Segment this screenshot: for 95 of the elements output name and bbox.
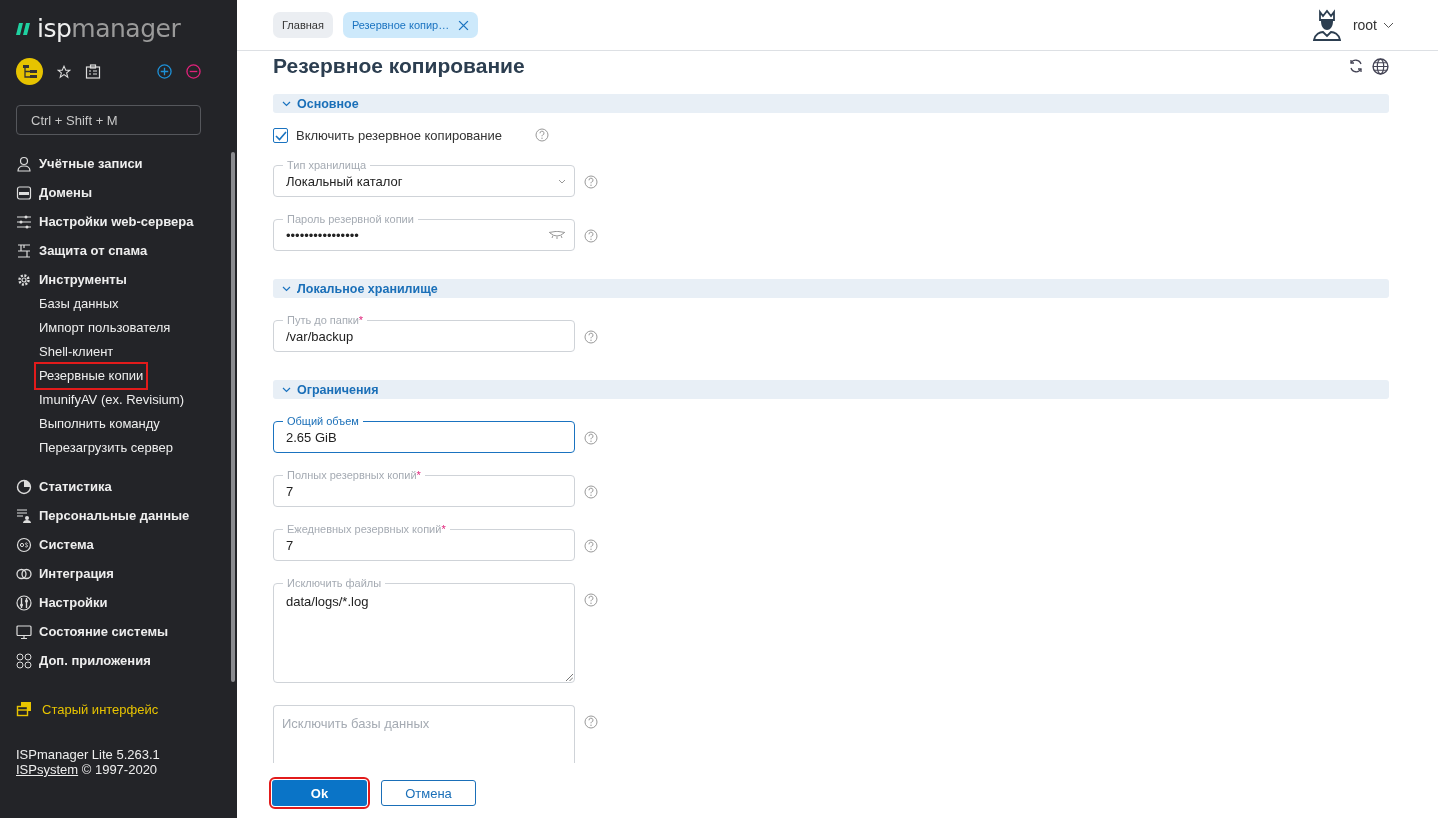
checkbox[interactable] (273, 128, 288, 143)
sidebar-item-label: Настройки (39, 595, 108, 610)
page-title: Резервное копирование (273, 54, 525, 78)
cancel-button[interactable]: Отмена (381, 780, 476, 806)
sidebar-item[interactable]: Персональные данные (16, 501, 237, 530)
input-field[interactable]: Общий объем 2.65 GiB (273, 414, 575, 453)
sliders-icon (16, 213, 32, 230)
sidebar-item[interactable]: Домены (16, 178, 237, 207)
password-field[interactable]: Пароль резервной копии •••••••••••••••• (273, 212, 575, 251)
sidebar-subitem[interactable]: Shell-клиент (36, 340, 117, 364)
monitor-icon (16, 623, 32, 640)
help-icon[interactable] (584, 229, 598, 243)
sidebar-subitem[interactable]: Перезагрузить сервер (36, 436, 176, 460)
sidebar-item[interactable]: Доп. приложения (16, 646, 237, 675)
sidebar-item-label: Домены (39, 185, 92, 200)
help-icon[interactable] (535, 128, 550, 142)
section-header[interactable]: Основное (273, 94, 1389, 113)
sidebar-item-label: Статистика (39, 479, 112, 494)
sidebar-subitem[interactable]: Выполнить команду (36, 412, 163, 436)
gear-icon (16, 271, 32, 288)
clipboard-icon[interactable] (85, 63, 101, 80)
dropdown-field[interactable]: Тип хранилища Локальный каталог (273, 158, 575, 197)
scrollbar[interactable] (231, 152, 235, 682)
user-menu[interactable]: root (1352, 17, 1394, 33)
old-interface-link[interactable]: Старый интерфейс (16, 701, 237, 717)
sidebar-item-label: Инструменты (39, 272, 127, 287)
input-field[interactable]: Ежедневных резервных копий* 7 (273, 522, 575, 561)
checkbox-field[interactable]: Включить резервное копирование (273, 128, 503, 143)
input-field[interactable]: Полных резервных копий* 7 (273, 468, 575, 507)
sidebar-subitem[interactable]: ImunifyAV (ex. Revisium) (36, 388, 187, 412)
section-header[interactable]: Локальное хранилище (273, 279, 1389, 298)
expand-all-icon[interactable] (157, 64, 172, 79)
close-icon[interactable] (458, 19, 470, 31)
help-icon[interactable] (584, 431, 598, 445)
collapse-all-icon[interactable] (186, 64, 201, 79)
caret-icon (1383, 21, 1394, 29)
firewall-icon (16, 242, 32, 259)
sidebar-item-label: Учётные записи (39, 156, 143, 171)
resize-handle-icon[interactable] (566, 674, 573, 681)
input-field[interactable]: Путь до папки* /var/backup (273, 313, 575, 352)
sidebar-item-label: Система (39, 537, 94, 552)
help-icon[interactable] (584, 175, 598, 189)
sidebar-subitem[interactable]: Импорт пользователя (36, 316, 174, 340)
apps-icon (16, 652, 32, 669)
sidebar-item-label: Доп. приложения (39, 653, 151, 668)
globe-icon[interactable] (1372, 57, 1389, 75)
chevron-icon (282, 100, 291, 107)
help-icon[interactable] (584, 715, 598, 729)
tree-icon (21, 63, 38, 80)
sidebar-item-label: Состояние системы (39, 624, 169, 639)
help-icon[interactable] (584, 593, 598, 607)
windows-icon (16, 701, 32, 717)
chevron-icon (282, 386, 291, 393)
star-icon[interactable] (57, 64, 71, 79)
sidebar-item-label: Персональные данные (39, 508, 190, 523)
sidebar-item[interactable]: Настройки (16, 588, 237, 617)
tab[interactable]: Главная (273, 12, 333, 38)
sidebar-item[interactable]: Защита от спама (16, 236, 237, 265)
company-link[interactable]: ISPsystem (16, 762, 79, 777)
help-icon[interactable] (584, 330, 598, 344)
id-card-icon (16, 507, 32, 524)
knobs-icon (16, 594, 32, 611)
version-text: ISPmanager Lite 5.263.1 (16, 747, 161, 762)
os-icon (16, 536, 32, 553)
ok-button[interactable]: Ok (272, 780, 367, 806)
section-header[interactable]: Ограничения (273, 380, 1389, 399)
sidebar-item[interactable]: Состояние системы (16, 617, 237, 646)
caret-icon (558, 179, 566, 184)
sidebar-item-label: Интеграция (39, 566, 114, 581)
user-avatar-icon[interactable] (1310, 9, 1343, 41)
chevron-icon (282, 285, 291, 292)
sidebar-item[interactable]: Система (16, 530, 237, 559)
help-icon[interactable] (584, 539, 598, 553)
sidebar-item[interactable]: Инструменты (16, 265, 237, 294)
sidebar-subitem[interactable]: Резервные копии (36, 364, 147, 388)
sidebar-item[interactable]: Статистика (16, 472, 237, 501)
menu-tree-button[interactable] (16, 58, 43, 85)
menu-search-field[interactable]: Ctrl + Shift + M (16, 105, 201, 135)
logo: ispmanager (37, 16, 181, 42)
sidebar-item-label: Настройки web-сервера (39, 214, 194, 229)
eye-closed-icon[interactable] (548, 231, 566, 239)
tab[interactable]: Резервное копир… (342, 12, 479, 38)
sidebar-item-label: Защита от спама (39, 243, 148, 258)
sidebar-item[interactable]: Учётные записи (16, 149, 237, 178)
copyright-text: ISPsystem © 1997-2020 (16, 762, 159, 777)
text-area[interactable]: Исключить файлы data/logs/*.log (273, 576, 575, 683)
sidebar-subitem[interactable]: Базы данных (36, 292, 122, 316)
logo-icon (16, 23, 32, 35)
refresh-icon[interactable] (1348, 58, 1364, 74)
domain-icon (16, 184, 32, 201)
pie-chart-icon (16, 478, 32, 495)
sidebar-item[interactable]: Интеграция (16, 559, 237, 588)
help-icon[interactable] (584, 485, 598, 499)
sidebar-item[interactable]: Настройки web-сервера (16, 207, 237, 236)
user-icon (16, 155, 32, 172)
